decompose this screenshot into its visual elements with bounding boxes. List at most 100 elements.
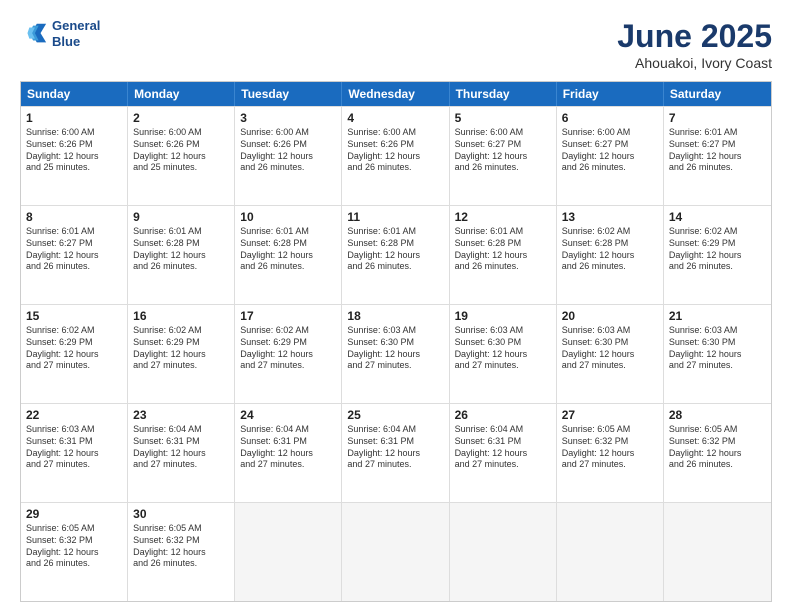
calendar-cell (235, 503, 342, 601)
cell-info: Sunrise: 6:03 AM Sunset: 6:30 PM Dayligh… (562, 325, 658, 372)
calendar-body: 1Sunrise: 6:00 AM Sunset: 6:26 PM Daylig… (21, 106, 771, 601)
cell-info: Sunrise: 6:04 AM Sunset: 6:31 PM Dayligh… (347, 424, 443, 471)
header-cell-friday: Friday (557, 82, 664, 106)
header-cell-wednesday: Wednesday (342, 82, 449, 106)
calendar-cell: 25Sunrise: 6:04 AM Sunset: 6:31 PM Dayli… (342, 404, 449, 502)
day-number: 3 (240, 110, 336, 126)
calendar-cell: 20Sunrise: 6:03 AM Sunset: 6:30 PM Dayli… (557, 305, 664, 403)
calendar-cell: 10Sunrise: 6:01 AM Sunset: 6:28 PM Dayli… (235, 206, 342, 304)
calendar-cell: 15Sunrise: 6:02 AM Sunset: 6:29 PM Dayli… (21, 305, 128, 403)
cell-info: Sunrise: 6:01 AM Sunset: 6:27 PM Dayligh… (669, 127, 766, 174)
calendar-cell: 22Sunrise: 6:03 AM Sunset: 6:31 PM Dayli… (21, 404, 128, 502)
day-number: 10 (240, 209, 336, 225)
day-number: 26 (455, 407, 551, 423)
cell-info: Sunrise: 6:01 AM Sunset: 6:27 PM Dayligh… (26, 226, 122, 273)
day-number: 2 (133, 110, 229, 126)
cell-info: Sunrise: 6:05 AM Sunset: 6:32 PM Dayligh… (133, 523, 229, 570)
day-number: 4 (347, 110, 443, 126)
calendar-cell: 19Sunrise: 6:03 AM Sunset: 6:30 PM Dayli… (450, 305, 557, 403)
header-cell-tuesday: Tuesday (235, 82, 342, 106)
day-number: 16 (133, 308, 229, 324)
header: General Blue June 2025 Ahouakoi, Ivory C… (20, 18, 772, 71)
calendar-cell: 14Sunrise: 6:02 AM Sunset: 6:29 PM Dayli… (664, 206, 771, 304)
cell-info: Sunrise: 6:03 AM Sunset: 6:31 PM Dayligh… (26, 424, 122, 471)
calendar-cell: 21Sunrise: 6:03 AM Sunset: 6:30 PM Dayli… (664, 305, 771, 403)
cell-info: Sunrise: 6:01 AM Sunset: 6:28 PM Dayligh… (240, 226, 336, 273)
day-number: 20 (562, 308, 658, 324)
logo-icon (20, 20, 48, 48)
day-number: 22 (26, 407, 122, 423)
cell-info: Sunrise: 6:00 AM Sunset: 6:26 PM Dayligh… (26, 127, 122, 174)
day-number: 18 (347, 308, 443, 324)
day-number: 24 (240, 407, 336, 423)
cell-info: Sunrise: 6:02 AM Sunset: 6:29 PM Dayligh… (240, 325, 336, 372)
calendar-cell: 23Sunrise: 6:04 AM Sunset: 6:31 PM Dayli… (128, 404, 235, 502)
day-number: 13 (562, 209, 658, 225)
calendar-row-3: 15Sunrise: 6:02 AM Sunset: 6:29 PM Dayli… (21, 304, 771, 403)
cell-info: Sunrise: 6:00 AM Sunset: 6:27 PM Dayligh… (455, 127, 551, 174)
calendar-cell: 27Sunrise: 6:05 AM Sunset: 6:32 PM Dayli… (557, 404, 664, 502)
calendar-cell: 17Sunrise: 6:02 AM Sunset: 6:29 PM Dayli… (235, 305, 342, 403)
calendar-subtitle: Ahouakoi, Ivory Coast (617, 55, 772, 71)
cell-info: Sunrise: 6:04 AM Sunset: 6:31 PM Dayligh… (240, 424, 336, 471)
calendar: SundayMondayTuesdayWednesdayThursdayFrid… (20, 81, 772, 602)
day-number: 9 (133, 209, 229, 225)
calendar-cell: 11Sunrise: 6:01 AM Sunset: 6:28 PM Dayli… (342, 206, 449, 304)
cell-info: Sunrise: 6:05 AM Sunset: 6:32 PM Dayligh… (26, 523, 122, 570)
cell-info: Sunrise: 6:01 AM Sunset: 6:28 PM Dayligh… (133, 226, 229, 273)
calendar-cell: 5Sunrise: 6:00 AM Sunset: 6:27 PM Daylig… (450, 107, 557, 205)
calendar-cell: 24Sunrise: 6:04 AM Sunset: 6:31 PM Dayli… (235, 404, 342, 502)
calendar-row-2: 8Sunrise: 6:01 AM Sunset: 6:27 PM Daylig… (21, 205, 771, 304)
calendar-cell: 6Sunrise: 6:00 AM Sunset: 6:27 PM Daylig… (557, 107, 664, 205)
cell-info: Sunrise: 6:00 AM Sunset: 6:27 PM Dayligh… (562, 127, 658, 174)
cell-info: Sunrise: 6:04 AM Sunset: 6:31 PM Dayligh… (133, 424, 229, 471)
cell-info: Sunrise: 6:04 AM Sunset: 6:31 PM Dayligh… (455, 424, 551, 471)
day-number: 14 (669, 209, 766, 225)
calendar-cell: 8Sunrise: 6:01 AM Sunset: 6:27 PM Daylig… (21, 206, 128, 304)
day-number: 7 (669, 110, 766, 126)
calendar-cell: 9Sunrise: 6:01 AM Sunset: 6:28 PM Daylig… (128, 206, 235, 304)
day-number: 17 (240, 308, 336, 324)
calendar-cell: 16Sunrise: 6:02 AM Sunset: 6:29 PM Dayli… (128, 305, 235, 403)
cell-info: Sunrise: 6:01 AM Sunset: 6:28 PM Dayligh… (455, 226, 551, 273)
cell-info: Sunrise: 6:05 AM Sunset: 6:32 PM Dayligh… (669, 424, 766, 471)
day-number: 5 (455, 110, 551, 126)
header-cell-thursday: Thursday (450, 82, 557, 106)
calendar-row-1: 1Sunrise: 6:00 AM Sunset: 6:26 PM Daylig… (21, 106, 771, 205)
cell-info: Sunrise: 6:03 AM Sunset: 6:30 PM Dayligh… (347, 325, 443, 372)
header-cell-saturday: Saturday (664, 82, 771, 106)
cell-info: Sunrise: 6:02 AM Sunset: 6:29 PM Dayligh… (669, 226, 766, 273)
calendar-cell: 2Sunrise: 6:00 AM Sunset: 6:26 PM Daylig… (128, 107, 235, 205)
calendar-cell: 1Sunrise: 6:00 AM Sunset: 6:26 PM Daylig… (21, 107, 128, 205)
day-number: 6 (562, 110, 658, 126)
cell-info: Sunrise: 6:02 AM Sunset: 6:29 PM Dayligh… (133, 325, 229, 372)
logo: General Blue (20, 18, 100, 49)
cell-info: Sunrise: 6:03 AM Sunset: 6:30 PM Dayligh… (669, 325, 766, 372)
calendar-cell: 28Sunrise: 6:05 AM Sunset: 6:32 PM Dayli… (664, 404, 771, 502)
day-number: 19 (455, 308, 551, 324)
cell-info: Sunrise: 6:02 AM Sunset: 6:28 PM Dayligh… (562, 226, 658, 273)
day-number: 12 (455, 209, 551, 225)
calendar-cell: 29Sunrise: 6:05 AM Sunset: 6:32 PM Dayli… (21, 503, 128, 601)
calendar-cell: 7Sunrise: 6:01 AM Sunset: 6:27 PM Daylig… (664, 107, 771, 205)
day-number: 23 (133, 407, 229, 423)
cell-info: Sunrise: 6:03 AM Sunset: 6:30 PM Dayligh… (455, 325, 551, 372)
calendar-cell (557, 503, 664, 601)
cell-info: Sunrise: 6:00 AM Sunset: 6:26 PM Dayligh… (133, 127, 229, 174)
calendar-cell: 18Sunrise: 6:03 AM Sunset: 6:30 PM Dayli… (342, 305, 449, 403)
calendar-cell: 3Sunrise: 6:00 AM Sunset: 6:26 PM Daylig… (235, 107, 342, 205)
calendar-cell (664, 503, 771, 601)
day-number: 21 (669, 308, 766, 324)
day-number: 15 (26, 308, 122, 324)
day-number: 27 (562, 407, 658, 423)
cell-info: Sunrise: 6:02 AM Sunset: 6:29 PM Dayligh… (26, 325, 122, 372)
calendar-cell (342, 503, 449, 601)
calendar-cell: 26Sunrise: 6:04 AM Sunset: 6:31 PM Dayli… (450, 404, 557, 502)
day-number: 25 (347, 407, 443, 423)
day-number: 11 (347, 209, 443, 225)
day-number: 8 (26, 209, 122, 225)
day-number: 29 (26, 506, 122, 522)
calendar-cell: 12Sunrise: 6:01 AM Sunset: 6:28 PM Dayli… (450, 206, 557, 304)
logo-text: General Blue (52, 18, 100, 49)
title-area: June 2025 Ahouakoi, Ivory Coast (617, 18, 772, 71)
